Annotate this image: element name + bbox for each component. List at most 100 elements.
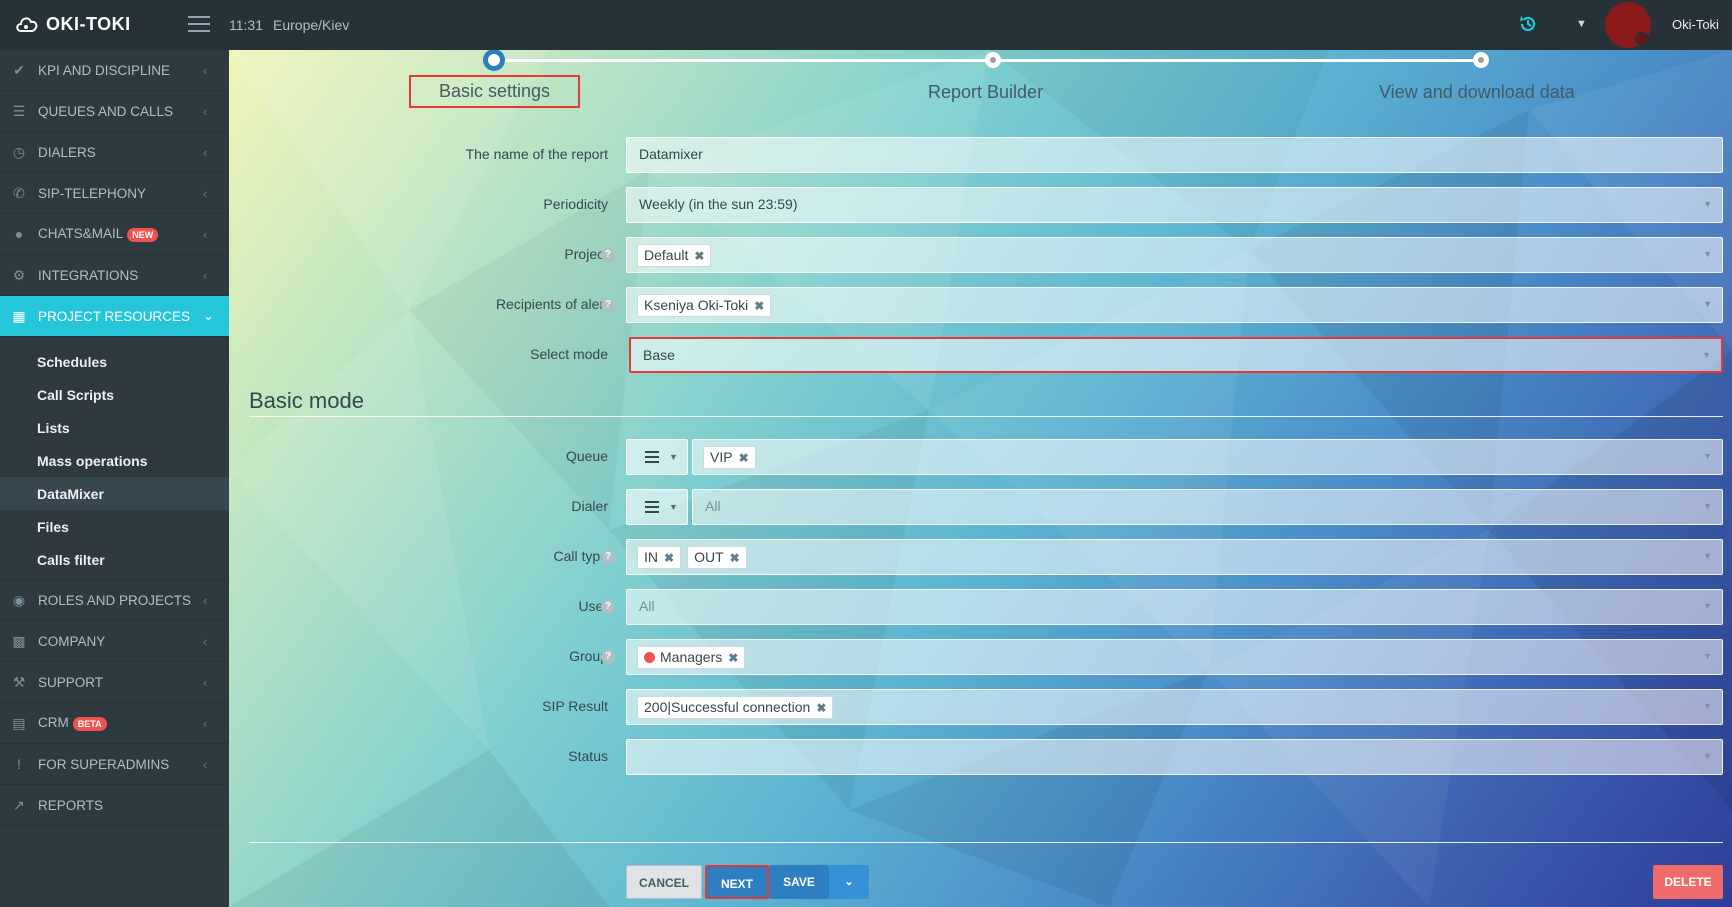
- step-3-dot[interactable]: [1473, 52, 1489, 68]
- current-time: 11:31: [229, 17, 263, 33]
- chevron-left-icon: ‹: [203, 62, 208, 78]
- help-icon[interactable]: ?: [601, 248, 615, 262]
- submenu-item-call-scripts[interactable]: Call Scripts: [0, 378, 229, 411]
- remove-tag-icon[interactable]: ✖: [664, 551, 674, 565]
- periodicity-value: Weekly (in the sun 23:59): [639, 196, 798, 212]
- step-1-dot[interactable]: [483, 50, 505, 71]
- submenu-item-schedules[interactable]: Schedules: [0, 345, 229, 378]
- caret-down-icon: ▼: [1703, 701, 1712, 711]
- beta-badge: BETA: [72, 716, 107, 731]
- help-icon[interactable]: ?: [601, 298, 615, 312]
- periodicity-select[interactable]: Weekly (in the sun 23:59) ▼: [626, 187, 1723, 223]
- call-type-select[interactable]: IN ✖ OUT ✖ ▼: [626, 539, 1723, 575]
- project-tag-label: Default: [644, 247, 689, 263]
- sidebar-item-queues[interactable]: ☰ QUEUES AND CALLS ‹: [0, 91, 229, 132]
- select-mode-select[interactable]: Base ▼: [629, 337, 1723, 373]
- remove-tag-icon[interactable]: ✖: [739, 451, 749, 465]
- submenu-item-datamixer[interactable]: DataMixer: [0, 477, 229, 510]
- help-icon[interactable]: ?: [601, 600, 615, 614]
- main-content: Basic settings Report Builder View and d…: [229, 50, 1732, 907]
- logo[interactable]: OKI-TOKI: [14, 13, 131, 35]
- project-tag: Default ✖: [637, 244, 712, 267]
- sidebar-item-label: QUEUES AND CALLS: [38, 103, 174, 119]
- help-icon[interactable]: ?: [601, 650, 615, 664]
- remove-tag-icon[interactable]: ✖: [730, 551, 740, 565]
- caret-down-icon: ▼: [1703, 299, 1712, 309]
- step-view-download[interactable]: View and download data: [1379, 82, 1575, 103]
- sidebar-item-superadmins[interactable]: ! FOR SUPERADMINS ‹: [0, 744, 229, 785]
- user-name[interactable]: Oki-Toki: [1672, 17, 1719, 32]
- queue-list-button[interactable]: ▼: [626, 439, 688, 475]
- sidebar-item-kpi[interactable]: ✔ KPI AND DISCIPLINE ‹: [0, 50, 229, 91]
- help-icon[interactable]: ?: [601, 550, 615, 564]
- sip-result-select[interactable]: 200|Successful connection ✖ ▼: [626, 689, 1723, 725]
- save-button[interactable]: SAVE: [769, 865, 829, 899]
- chevron-left-icon: ‹: [203, 226, 208, 242]
- row-recipients: Recipients of alert ? Kseniya Oki-Toki ✖ …: [229, 287, 1732, 323]
- report-name-input[interactable]: Datamixer: [626, 137, 1723, 173]
- list-icon: ☰: [12, 102, 26, 119]
- delete-button[interactable]: DELETE: [1653, 865, 1723, 899]
- dialer-label: Dialer: [571, 498, 608, 514]
- status-select[interactable]: ▼: [626, 739, 1723, 775]
- sidebar-item-company[interactable]: ▩ COMPANY ‹: [0, 621, 229, 662]
- save-options-chevron-icon[interactable]: ⌄: [829, 865, 869, 899]
- sidebar-item-reports[interactable]: ↗ REPORTS: [0, 785, 229, 826]
- status-dot: [1635, 32, 1649, 46]
- dialer-list-button[interactable]: ▼: [626, 489, 688, 525]
- sidebar-item-label: INTEGRATIONS: [38, 267, 139, 283]
- avatar[interactable]: [1605, 2, 1651, 48]
- row-status: Status ▼: [229, 739, 1732, 775]
- sidebar-item-dialers[interactable]: ◷ DIALERS ‹: [0, 132, 229, 173]
- caret-down-icon: ▼: [1703, 249, 1712, 259]
- row-queue: Queue ▼ VIP ✖ ▼: [229, 439, 1732, 475]
- row-periodicity: Periodicity Weekly (in the sun 23:59) ▼: [229, 187, 1732, 223]
- sidebar-item-label: COMPANY: [38, 633, 106, 649]
- remove-tag-icon[interactable]: ✖: [816, 701, 826, 715]
- next-button[interactable]: NEXT: [705, 865, 769, 899]
- sidebar-item-crm[interactable]: ▤ CRM BETA ‹: [0, 703, 229, 744]
- group-select[interactable]: Managers ✖ ▼: [626, 639, 1723, 675]
- step-2-dot[interactable]: [985, 52, 1001, 68]
- refresh-icon[interactable]: [1518, 14, 1538, 34]
- step-report-builder[interactable]: Report Builder: [928, 82, 1043, 103]
- project-select[interactable]: Default ✖ ▼: [626, 237, 1723, 273]
- row-project: Project ? Default ✖ ▼: [229, 237, 1732, 273]
- user-select[interactable]: All ▼: [626, 589, 1723, 625]
- sidebar-item-chats[interactable]: ● CHATS&MAIL NEW ‹: [0, 214, 229, 255]
- submenu-item-lists[interactable]: Lists: [0, 411, 229, 444]
- call-type-tag: IN ✖: [637, 546, 682, 569]
- background-pattern: [229, 50, 1732, 907]
- sidebar-item-support[interactable]: ⚒ SUPPORT ‹: [0, 662, 229, 703]
- select-mode-value: Base: [643, 347, 675, 363]
- sidebar-item-sip[interactable]: ✆ SIP-TELEPHONY ‹: [0, 173, 229, 214]
- user-value: All: [639, 598, 655, 614]
- recipients-select[interactable]: Kseniya Oki-Toki ✖ ▼: [626, 287, 1723, 323]
- queue-tag: VIP ✖: [703, 446, 756, 469]
- sip-result-tag: 200|Successful connection ✖: [637, 696, 834, 719]
- queue-select[interactable]: VIP ✖ ▼: [692, 439, 1723, 475]
- remove-tag-icon[interactable]: ✖: [694, 249, 704, 263]
- sidebar-item-project-resources[interactable]: ▦ PROJECT RESOURCES ⌄: [0, 296, 229, 337]
- recipient-tag: Kseniya Oki-Toki ✖: [637, 294, 772, 317]
- step-basic-settings[interactable]: Basic settings: [409, 75, 581, 108]
- remove-tag-icon[interactable]: ✖: [754, 299, 764, 313]
- periodicity-label: Periodicity: [543, 196, 608, 212]
- list-icon: [645, 451, 659, 466]
- submenu-item-calls-filter[interactable]: Calls filter: [0, 543, 229, 576]
- dialer-select[interactable]: All ▼: [692, 489, 1723, 525]
- caret-down-icon: ▼: [1703, 501, 1712, 511]
- sidebar-item-integrations[interactable]: ⚙ INTEGRATIONS ‹: [0, 255, 229, 296]
- chevron-down-icon[interactable]: ▼: [1576, 18, 1587, 30]
- report-name-label: The name of the report: [465, 146, 608, 162]
- recipient-tag-label: Kseniya Oki-Toki: [644, 297, 749, 313]
- submenu-item-files[interactable]: Files: [0, 510, 229, 543]
- cancel-button[interactable]: CANCEL: [626, 865, 702, 899]
- row-sip-result: SIP Result 200|Successful connection ✖ ▼: [229, 689, 1732, 725]
- menu-toggle-icon[interactable]: [188, 16, 210, 34]
- sidebar-item-roles[interactable]: ◉ ROLES AND PROJECTS ‹: [0, 580, 229, 621]
- sidebar-item-label: CHATS&MAIL: [38, 226, 124, 242]
- remove-tag-icon[interactable]: ✖: [728, 651, 738, 665]
- sidebar-item-label: REPORTS: [38, 797, 104, 813]
- submenu-item-mass-operations[interactable]: Mass operations: [0, 444, 229, 477]
